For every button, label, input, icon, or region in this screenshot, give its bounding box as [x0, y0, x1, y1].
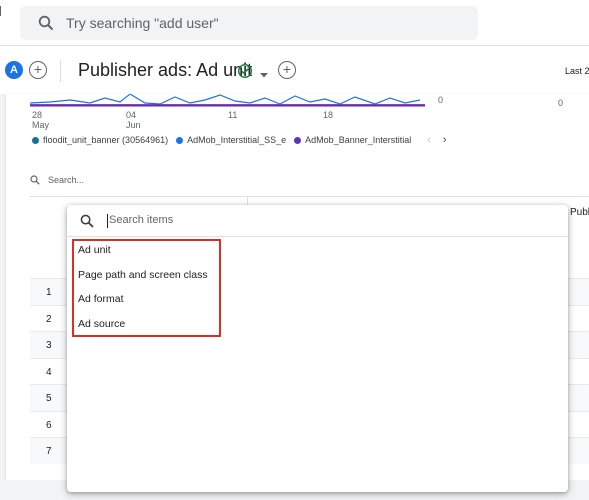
page-title: Publisher ads: Ad unit — [78, 60, 253, 80]
comparison-avatar[interactable]: A — [5, 61, 23, 79]
legend-dot-icon — [294, 136, 302, 144]
top-bar: Try searching "add user" — [0, 0, 589, 46]
add-report-button[interactable]: + — [278, 61, 296, 79]
dropdown-item-ad-source[interactable]: Ad source — [67, 312, 568, 337]
legend-next-icon[interactable]: › — [443, 134, 447, 146]
add-comparison-button[interactable]: + — [29, 61, 47, 79]
chart-axis-zero: 0 — [558, 98, 564, 108]
text-cursor — [107, 214, 108, 228]
x-tick-label: 04 Jun — [126, 110, 141, 130]
legend-dot-icon — [32, 136, 39, 144]
chart-series-1 — [30, 94, 421, 105]
legend-item[interactable]: floodit_unit_banner (30564961) — [32, 135, 168, 145]
date-range-label[interactable]: Last 28 — [565, 66, 589, 76]
global-search-bar[interactable]: Try searching "add user" — [20, 6, 478, 40]
search-icon — [38, 15, 54, 31]
check-circle-icon[interactable] — [237, 63, 253, 79]
dropdown-item-page-path[interactable]: Page path and screen class — [67, 263, 568, 288]
global-search-placeholder: Try searching "add user" — [66, 15, 219, 31]
line-chart — [30, 94, 425, 107]
table-search[interactable]: Search... — [30, 175, 84, 185]
x-tick-label: 28 May — [32, 110, 50, 130]
legend-item[interactable]: AdMob_Banner_Interstitial — [294, 135, 411, 145]
legend-prev-icon[interactable]: ‹ — [427, 134, 431, 146]
search-icon — [80, 214, 94, 228]
x-tick-label: 11 — [228, 110, 238, 120]
dimension-dropdown: Search items Ad unit Page path and scree… — [67, 205, 568, 492]
menu-edge-icon[interactable] — [0, 6, 3, 16]
dropdown-search[interactable]: Search items — [67, 205, 568, 237]
dropdown-item-ad-unit[interactable]: Ad unit — [67, 238, 568, 263]
chevron-down-icon[interactable] — [259, 66, 269, 78]
dropdown-list: Ad unit Page path and screen class Ad fo… — [67, 238, 568, 336]
legend-dot-icon — [176, 136, 184, 144]
chart-legend: floodit_unit_banner (30564961) AdMob_Int… — [32, 134, 447, 146]
x-tick-label: 18 — [323, 110, 334, 120]
dropdown-search-placeholder: Search items — [109, 214, 174, 226]
legend-item[interactable]: AdMob_Interstitial_SS_e — [176, 135, 286, 145]
table-search-placeholder: Search... — [48, 175, 85, 185]
table-divider — [30, 196, 589, 197]
dropdown-item-ad-format[interactable]: Ad format — [67, 287, 568, 312]
report-header: A + Publisher ads: Ad unit + Last 28 — [0, 46, 589, 94]
column-header-publisher[interactable]: Publ — [570, 207, 589, 218]
search-icon — [30, 175, 40, 185]
chart-axis-zero: 0 — [438, 95, 444, 105]
header-divider — [60, 60, 61, 82]
